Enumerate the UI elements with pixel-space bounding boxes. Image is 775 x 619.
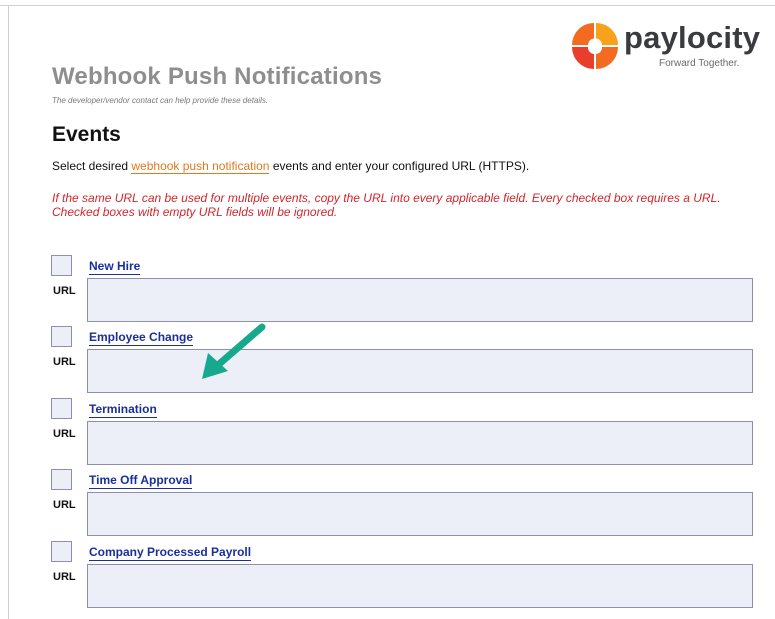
paylocity-mark-icon [572, 23, 618, 69]
page-title: Webhook Push Notifications [52, 63, 383, 90]
event-row-company-processed-payroll: Company Processed Payroll URL [0, 541, 775, 611]
event-row-employee-change: Employee Change URL [0, 326, 775, 396]
termination-checkbox[interactable] [51, 398, 72, 419]
new-hire-url-field[interactable] [87, 278, 753, 322]
page-subtitle: The developer/vendor contact can help pr… [52, 96, 269, 105]
url-label: URL [53, 428, 76, 440]
employee-change-url-field[interactable] [87, 349, 753, 393]
company-processed-payroll-label: Company Processed Payroll [89, 545, 252, 561]
events-intro: Select desired webhook push notification… [52, 159, 530, 174]
employee-change-checkbox[interactable] [51, 326, 72, 347]
paylocity-logo: paylocity Forward Together. [567, 20, 760, 72]
employee-change-label: Employee Change [89, 330, 194, 346]
arrow-icon [202, 323, 266, 379]
time-off-approval-url-field[interactable] [87, 492, 753, 536]
company-processed-payroll-checkbox[interactable] [51, 541, 72, 562]
events-heading: Events [52, 123, 121, 146]
url-label: URL [53, 499, 76, 511]
time-off-approval-label: Time Off Approval [89, 473, 193, 489]
events-warning: If the same URL can be used for multiple… [52, 191, 721, 219]
termination-label: Termination [89, 402, 157, 418]
intro-suffix: events and enter your configured URL (HT… [269, 159, 530, 173]
event-row-time-off-approval: Time Off Approval URL [0, 469, 775, 539]
new-hire-checkbox[interactable] [51, 255, 72, 276]
logo-tagline: Forward Together. [659, 58, 740, 69]
webhook-push-notification-link[interactable]: webhook push notification [131, 159, 270, 174]
time-off-approval-checkbox[interactable] [51, 469, 72, 490]
termination-url-field[interactable] [87, 421, 753, 465]
event-row-termination: Termination URL [0, 398, 775, 468]
url-label: URL [53, 571, 76, 583]
url-label: URL [53, 356, 76, 368]
intro-prefix: Select desired [52, 159, 132, 173]
event-row-new-hire: New Hire URL [0, 255, 775, 325]
url-label: URL [53, 285, 76, 297]
page-edge [0, 5, 775, 6]
logo-wordmark: paylocity [624, 20, 761, 55]
new-hire-label: New Hire [89, 259, 141, 275]
company-processed-payroll-url-field[interactable] [87, 564, 753, 608]
